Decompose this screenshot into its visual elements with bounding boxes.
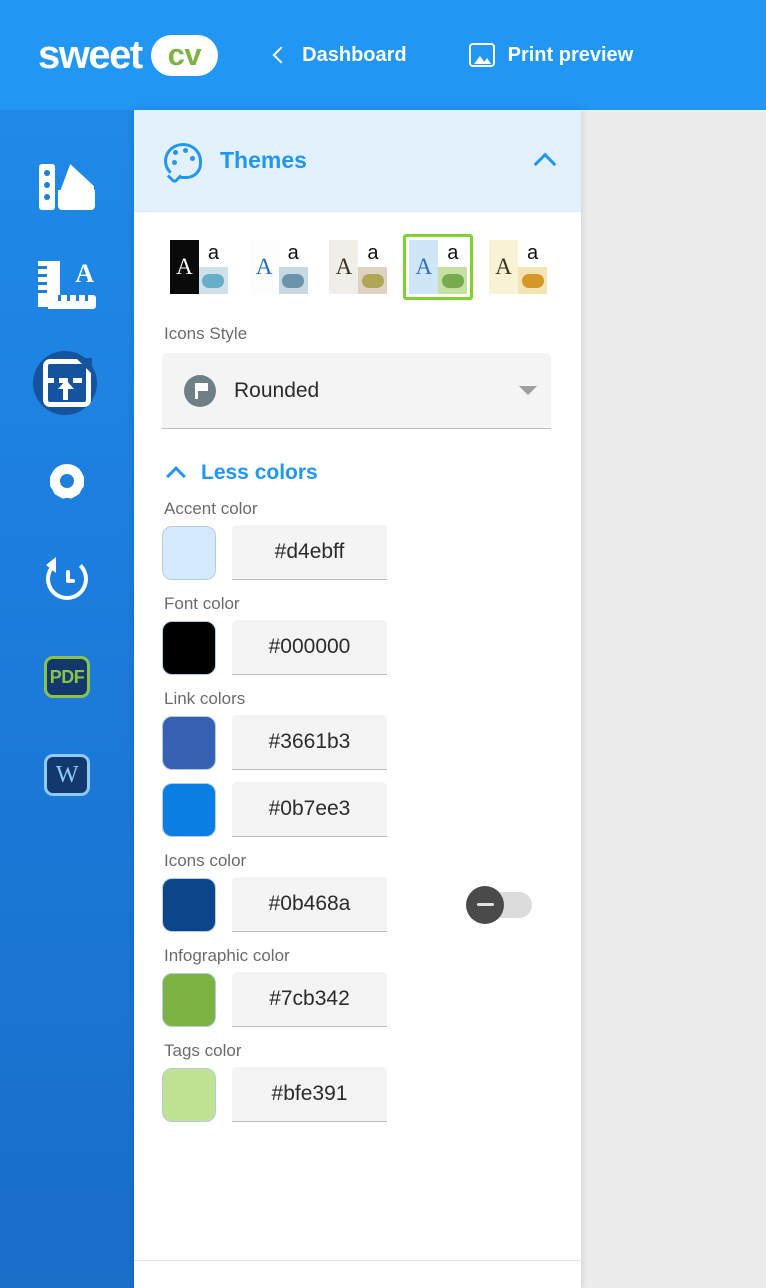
icons-style-select[interactable]: Rounded (162, 353, 551, 429)
print-preview-button[interactable]: Print preview (468, 43, 634, 67)
palette-icon (164, 142, 202, 184)
color-label: Infographic color (164, 946, 290, 965)
color-row: #000000 (162, 620, 553, 675)
theme-swatch-primary: A (329, 240, 359, 294)
theme-swatch[interactable]: Aa (164, 234, 234, 300)
color-row: #d4ebff (162, 525, 553, 580)
history-clock-icon (43, 555, 91, 603)
color-swatch-button[interactable] (162, 715, 216, 770)
ruler-letter-icon: A (38, 261, 96, 309)
sidebar-item-typography[interactable]: A (0, 236, 134, 334)
theme-swatch[interactable]: Aa (324, 234, 394, 300)
logo-pill-text: cv (167, 36, 202, 72)
color-row: #0b468a (162, 877, 553, 932)
theme-swatch-list: AaAaAaAaAa (164, 234, 553, 300)
sidebar-item-history[interactable] (0, 530, 134, 628)
hex-input[interactable]: #000000 (232, 620, 387, 675)
theme-swatch-accent (358, 267, 388, 294)
hex-input[interactable]: #3661b3 (232, 715, 387, 770)
panel-bottom-divider (134, 1260, 581, 1261)
theme-swatch[interactable]: Aa (483, 234, 553, 300)
themes-panel-body: AaAaAaAaAa Icons Style Rounded Less colo… (134, 212, 581, 1122)
dashboard-label: Dashboard (302, 43, 407, 66)
pdf-badge-icon: PDF (44, 656, 90, 698)
theme-swatch-accent (198, 267, 228, 294)
logo-text: sweet (38, 33, 143, 77)
color-label: Link colors (164, 689, 246, 708)
hex-input[interactable]: #d4ebff (232, 525, 387, 580)
toggle-knob (466, 885, 504, 924)
color-swatch-button[interactable] (162, 782, 216, 837)
theme-swatch-primary: A (249, 240, 279, 294)
color-row: #bfe391 (162, 1067, 553, 1122)
sidebar-item-pdf[interactable]: PDF (0, 628, 134, 726)
image-icon (468, 43, 495, 67)
themes-panel: Themes AaAaAaAaAa Icons Style Rounded Le… (134, 110, 581, 1288)
theme-swatch-accent (278, 267, 308, 294)
word-badge-icon: W (44, 754, 90, 796)
color-row: #0b7ee3 (162, 782, 553, 837)
gear-icon (43, 457, 91, 505)
chevron-up-icon[interactable] (533, 152, 557, 175)
icons-color-toggle[interactable] (466, 885, 532, 924)
chevron-left-icon (272, 46, 290, 64)
page-title: Themes (220, 147, 307, 173)
color-swatch-button[interactable] (162, 877, 216, 932)
app-logo[interactable]: sweet cv (38, 33, 219, 77)
sidebar-item-import[interactable] (0, 334, 134, 432)
theme-swatch-accent (438, 267, 468, 294)
color-swatch-button[interactable] (162, 525, 216, 580)
theme-swatch-secondary: a (358, 240, 388, 267)
sidebar-item-palette[interactable] (0, 138, 134, 236)
top-bar: sweet cv Dashboard Print preview (0, 0, 766, 110)
theme-swatch-secondary: a (198, 240, 228, 267)
color-swatch-button[interactable] (162, 620, 216, 675)
color-label: Icons color (164, 851, 247, 870)
theme-swatch-primary: A (489, 240, 519, 294)
palette-swatch-icon (39, 164, 95, 210)
less-colors-toggle[interactable]: Less colors (164, 461, 553, 486)
color-row: #7cb342 (162, 972, 553, 1027)
document-upload-icon (43, 358, 92, 407)
themes-panel-header[interactable]: Themes (134, 110, 581, 212)
hex-input[interactable]: #0b7ee3 (232, 782, 387, 837)
sidebar-item-settings[interactable] (0, 432, 134, 530)
hex-input[interactable]: #0b468a (232, 877, 387, 932)
caret-down-icon (519, 386, 537, 395)
color-settings-list: Accent color #d4ebff Font color #000000 Link… (162, 499, 553, 1122)
color-label: Font color (164, 594, 240, 613)
theme-swatch-secondary: a (278, 240, 308, 267)
dashboard-button[interactable]: Dashboard (272, 43, 407, 67)
icons-style-value: Rounded (234, 378, 320, 402)
color-swatch-button[interactable] (162, 1067, 216, 1122)
top-nav: Dashboard Print preview (272, 43, 634, 67)
less-colors-label: Less colors (201, 461, 318, 484)
color-row: #3661b3 (162, 715, 553, 770)
icons-style-label: Icons Style (164, 324, 248, 343)
theme-swatch-secondary: a (438, 240, 468, 267)
color-label: Tags color (164, 1041, 242, 1060)
sidebar-item-word[interactable]: W (0, 726, 134, 824)
theme-swatch-primary: A (409, 240, 439, 294)
app-root: sweet cv Dashboard Print preview A PDF W… (0, 0, 766, 1288)
print-preview-label: Print preview (507, 43, 634, 66)
logo-pill: cv (150, 34, 219, 76)
theme-swatch-secondary: a (518, 240, 548, 267)
hex-input[interactable]: #bfe391 (232, 1067, 387, 1122)
theme-swatch[interactable]: Aa (244, 234, 314, 300)
theme-swatch[interactable]: Aa (403, 234, 474, 300)
color-label: Accent color (164, 499, 258, 518)
hex-input[interactable]: #7cb342 (232, 972, 387, 1027)
theme-swatch-primary: A (169, 240, 199, 294)
color-swatch-button[interactable] (162, 972, 216, 1027)
sidebar: A PDF W (0, 110, 134, 1288)
chevron-up-icon (166, 465, 186, 486)
flag-circle-icon (184, 374, 216, 407)
theme-swatch-accent (518, 267, 548, 294)
